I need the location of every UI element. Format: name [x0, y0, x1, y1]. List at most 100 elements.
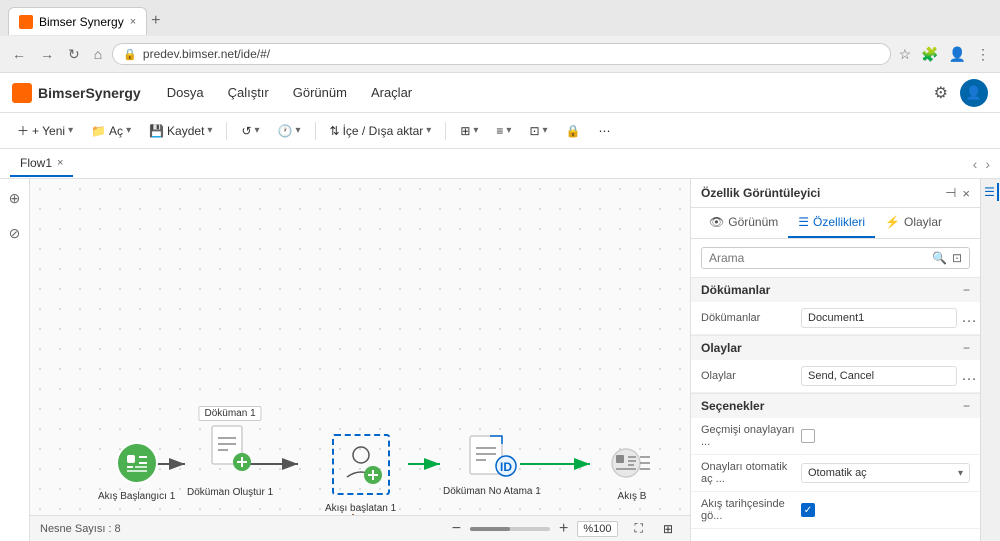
events-input[interactable] [801, 366, 957, 386]
property-onay-row: Onayları otomatik aç ... Otomatik aç ▾ [691, 455, 980, 492]
reload-button[interactable]: ↻ [64, 44, 84, 65]
menu-item-calistir[interactable]: Çalıştır [218, 81, 279, 104]
search-input[interactable] [709, 251, 927, 265]
import-export-icon: ⇅ [330, 124, 340, 138]
schedule-dropdown-arrow: ▾ [295, 125, 300, 136]
section-options-title: Seçenekler [701, 399, 764, 413]
node-start[interactable]: Akış Başlangıcı 1 [98, 439, 175, 502]
menu-item-gorunum[interactable]: Görünüm [283, 81, 357, 104]
tab-view[interactable]: 👁 Görünüm [699, 208, 788, 238]
address-bar[interactable]: 🔒 predev.bimser.net/ide/#/ [112, 43, 890, 65]
search-icon: 🔍 [932, 251, 947, 265]
tarihce-checkbox[interactable]: ✓ [801, 503, 815, 517]
separator-2 [315, 122, 316, 140]
new-icon: ＋ [17, 122, 29, 139]
tab-next-button[interactable]: › [985, 156, 990, 172]
node-start-flow[interactable]: Akışı başlatan 1 [325, 434, 396, 514]
section-events-toggle[interactable]: − [963, 341, 970, 355]
forward-button[interactable]: → [36, 44, 58, 64]
settings-button[interactable]: ⚙ [932, 81, 950, 105]
node-assign-no[interactable]: ID Döküman No Atama 1 [443, 434, 541, 497]
events-tab-label: Olaylar [904, 215, 942, 229]
onay-dropdown[interactable]: Otomatik aç ▾ [801, 463, 970, 483]
back-button[interactable]: ← [8, 44, 30, 64]
property-gecmis-label: Geçmişi onaylayarı ... [701, 424, 801, 448]
node-create-doc[interactable]: Döküman 1 Döküman Oluştur 1 [187, 424, 273, 498]
search-action-button[interactable]: ⊡ [952, 251, 962, 265]
property-onay-label: Onayları otomatik aç ... [701, 461, 801, 485]
fit-view-button[interactable]: ⛶ [628, 518, 650, 539]
sidebar-tool-2[interactable]: ⊘ [6, 222, 24, 245]
import-export-button[interactable]: ⇅ İçe / Dışa aktar ▾ [323, 121, 439, 141]
save-button[interactable]: 💾 Kaydet ▾ [142, 121, 219, 141]
panel-pin-button[interactable]: ⊣ [945, 185, 956, 201]
open-button[interactable]: 📁 Aç ▾ [84, 121, 138, 141]
sidebar-tool-1[interactable]: ⊕ [6, 187, 24, 210]
panel-close-button[interactable]: × [962, 185, 970, 201]
header-right: ⚙ 👤 [932, 79, 988, 107]
property-onay-value: Otomatik aç ▾ [801, 463, 970, 483]
start-node-icon [113, 439, 161, 487]
new-tab-button[interactable]: + [151, 13, 160, 29]
events-more-button[interactable]: … [957, 367, 981, 385]
browser-menu-button[interactable]: ⋮ [974, 44, 992, 65]
profile-button[interactable]: 👤 [947, 44, 968, 65]
app-logo: BimserSynergy [12, 83, 141, 103]
extensions-button[interactable]: 🧩 [919, 44, 940, 65]
grid-view-icon: ⊞ [663, 522, 673, 536]
section-documents-toggle[interactable]: − [963, 283, 970, 297]
property-documents-value: … [801, 308, 981, 328]
flow1-tab-close[interactable]: × [57, 157, 63, 169]
flow-canvas[interactable]: Akış Başlangıcı 1 Döküman 1 Döküman Oluş… [30, 179, 690, 541]
save-icon: 💾 [149, 124, 164, 138]
menu-item-dosya[interactable]: Dosya [157, 81, 214, 104]
group-button[interactable]: ⊡ ▾ [522, 121, 554, 141]
fit-view-icon: ⛶ [635, 521, 643, 536]
flow-end-icon [608, 439, 656, 487]
grid-view-button[interactable]: ⊞ [656, 519, 680, 539]
new-button[interactable]: ＋ + Yeni ▾ [10, 119, 80, 142]
undo-button[interactable]: ↺ ▾ [234, 121, 266, 141]
home-button[interactable]: ⌂ [90, 44, 106, 64]
zoom-in-button[interactable]: + [556, 520, 571, 538]
grid-button[interactable]: ⊞ ▾ [453, 121, 485, 141]
extra-button[interactable]: ⋯ [592, 121, 618, 141]
documents-more-button[interactable]: … [957, 309, 981, 327]
user-avatar-button[interactable]: 👤 [960, 79, 988, 107]
schedule-button[interactable]: 🕐 ▾ [271, 121, 308, 141]
tab-properties[interactable]: ☰ Özellikleri [788, 208, 875, 238]
svg-text:ID: ID [500, 460, 512, 474]
menu-item-araclar[interactable]: Araçlar [361, 81, 422, 104]
toolbar: ＋ + Yeni ▾ 📁 Aç ▾ 💾 Kaydet ▾ ↺ ▾ 🕐 ▾ ⇅ İ… [0, 113, 1000, 149]
tab-prev-button[interactable]: ‹ [973, 156, 978, 172]
layout-button[interactable]: ≡ ▾ [489, 121, 518, 141]
node-start-flow-label: Akışı başlatan 1 [325, 503, 396, 514]
object-count-label: Nesne Sayısı : [40, 523, 112, 535]
property-gecmis-row: Geçmişi onaylayarı ... [691, 418, 980, 455]
edge-properties-icon[interactable]: ☰ [982, 183, 999, 201]
flow1-tab[interactable]: Flow1 × [10, 151, 73, 177]
tab-close-btn[interactable]: × [130, 16, 136, 28]
section-documents-title: Dökümanlar [701, 283, 770, 297]
tab-title: Bimser Synergy [39, 15, 124, 29]
panel-header-actions: ⊣ × [945, 185, 970, 201]
save-dropdown-arrow: ▾ [207, 125, 212, 136]
section-options-toggle[interactable]: − [963, 399, 970, 413]
node-flow-end-label: Akış B [618, 491, 647, 502]
import-export-arrow: ▾ [426, 125, 431, 136]
lock-button[interactable]: 🔒 [559, 121, 588, 141]
zoom-bar[interactable] [470, 527, 550, 531]
lock-icon: 🔒 [566, 124, 581, 138]
star-button[interactable]: ☆ [897, 44, 914, 65]
address-text: predev.bimser.net/ide/#/ [143, 47, 880, 61]
property-documents-row: Dökümanlar … [691, 302, 980, 335]
zoom-out-button[interactable]: − [449, 520, 464, 538]
gecmis-checkbox[interactable] [801, 429, 815, 443]
flow1-tab-label: Flow1 [20, 156, 52, 170]
extra-icon: ⋯ [599, 124, 611, 138]
start-flow-icon [337, 439, 385, 487]
documents-input[interactable] [801, 308, 957, 328]
tab-events[interactable]: ⚡ Olaylar [875, 208, 952, 238]
browser-tab[interactable]: Bimser Synergy × [8, 7, 147, 35]
node-flow-end[interactable]: Akış B [608, 439, 656, 502]
